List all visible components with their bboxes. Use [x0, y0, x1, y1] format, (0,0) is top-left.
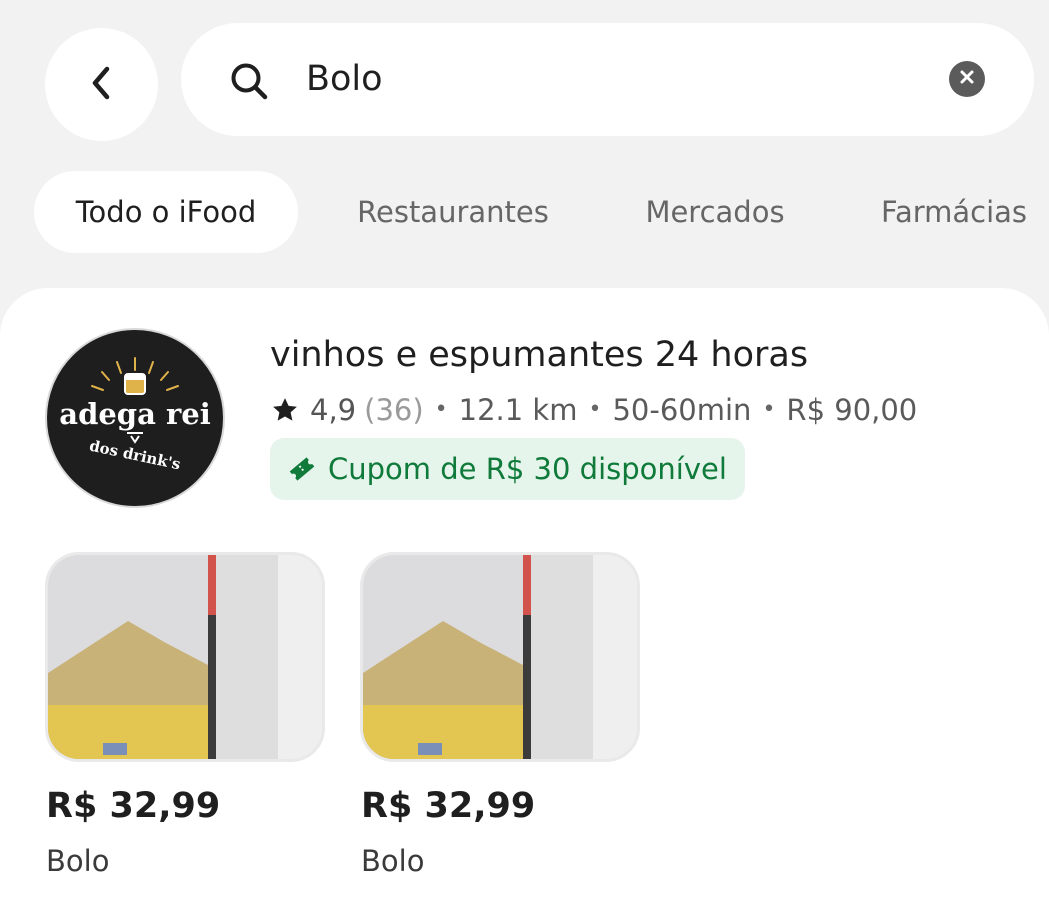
tab-farmacias[interactable]: Farmácias [862, 171, 1046, 253]
tab-label: Farmácias [880, 195, 1028, 229]
tab-label: Mercados [645, 195, 785, 229]
coupon-badge: Cupom de R$ 30 disponível [270, 438, 745, 500]
back-button[interactable] [45, 28, 158, 141]
delivery-time: 50-60min [612, 393, 752, 427]
rating-count: (36) [364, 393, 424, 427]
product-price: R$ 32,99 [361, 786, 536, 826]
product-name: Bolo [46, 844, 110, 878]
minimum-order: R$ 90,00 [786, 393, 918, 427]
tab-restaurantes[interactable]: Restaurantes [340, 171, 566, 253]
logo-title: adega rei [59, 397, 210, 431]
product-image[interactable] [360, 552, 640, 762]
tab-label: Todo o iFood [75, 195, 257, 229]
tab-label: Restaurantes [357, 195, 549, 229]
store-distance: 12.1 km [458, 393, 578, 427]
separator-dot: • [588, 397, 602, 422]
separator-dot: • [434, 397, 448, 422]
product-price: R$ 32,99 [46, 786, 221, 826]
product-name: Bolo [361, 844, 425, 878]
tab-todo-o-ifood[interactable]: Todo o iFood [34, 171, 298, 253]
separator-dot: • [762, 397, 776, 422]
ticket-icon [288, 455, 316, 483]
store-result-card[interactable]: adega rei dos drink's vinhos e espumante… [0, 288, 1049, 904]
store-logo: adega rei dos drink's [45, 328, 225, 508]
product-image[interactable] [45, 552, 325, 762]
search-input[interactable]: Bolo [306, 53, 383, 105]
store-name: vinhos e espumantes 24 horas [270, 335, 809, 375]
chevron-left-icon [87, 63, 117, 107]
search-bar[interactable]: Bolo [181, 23, 1034, 136]
store-rating: 4,9 [310, 393, 357, 427]
store-meta: 4,9 (36) • 12.1 km • 50-60min • R$ 90,00 [270, 388, 917, 432]
star-icon [270, 395, 300, 425]
close-icon [959, 69, 975, 89]
tab-mercados[interactable]: Mercados [628, 171, 802, 253]
coupon-text: Cupom de R$ 30 disponível [328, 452, 727, 486]
search-icon [229, 61, 269, 101]
clear-search-button[interactable] [949, 61, 985, 97]
